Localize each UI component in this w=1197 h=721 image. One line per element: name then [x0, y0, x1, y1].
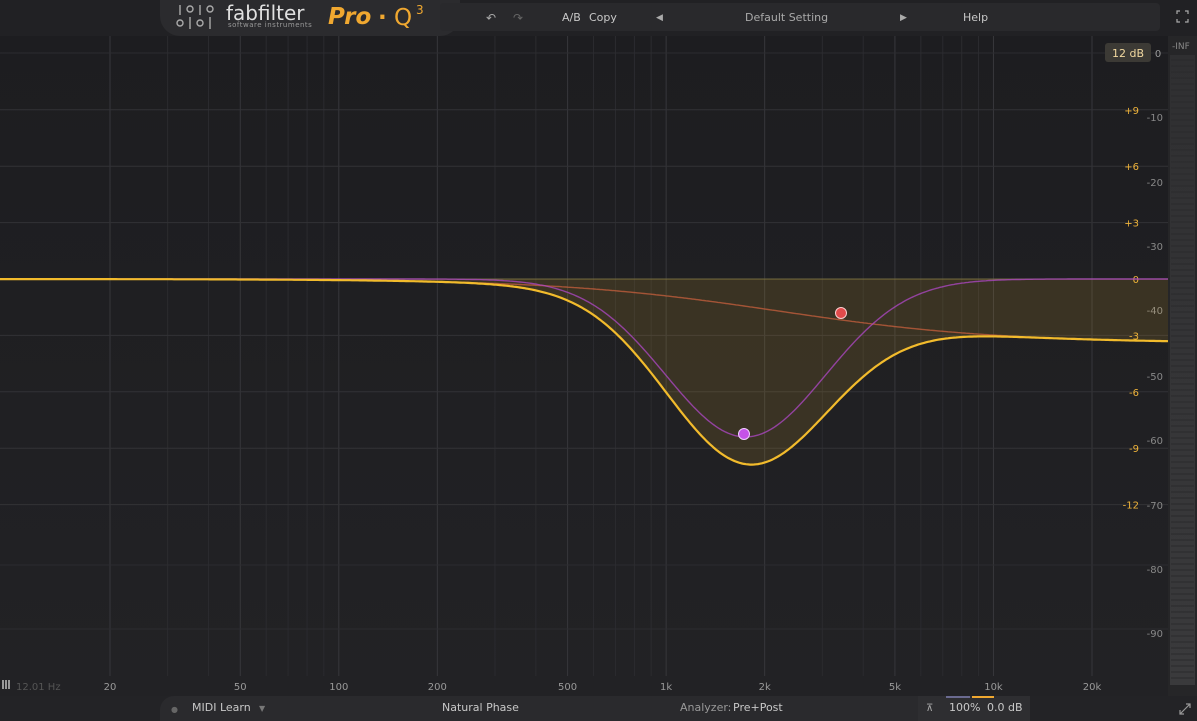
- analyzer-label: -80: [1147, 565, 1163, 576]
- gain-label: +3: [1124, 219, 1139, 230]
- preset-next-icon[interactable]: ▶: [900, 11, 907, 25]
- gain-label: -6: [1129, 388, 1139, 399]
- midi-dropdown-icon[interactable]: ▼: [259, 702, 265, 716]
- piano-icon[interactable]: [2, 680, 10, 689]
- frequency-label: 10k: [984, 682, 1003, 693]
- analyzer-label: -50: [1147, 372, 1163, 383]
- bottom-strip: [160, 696, 1030, 721]
- inf-label: -INF: [1172, 42, 1190, 52]
- product-version: 3: [416, 3, 424, 17]
- frequency-label: 100: [329, 682, 348, 693]
- midi-learn-button[interactable]: MIDI Learn: [192, 701, 251, 715]
- fullscreen-icon[interactable]: [1176, 10, 1189, 23]
- undo-icon[interactable]: ↶: [486, 11, 496, 25]
- gain-label: +6: [1124, 162, 1139, 173]
- frequency-label: 50: [234, 682, 247, 693]
- analyzer-label: -20: [1147, 178, 1163, 189]
- analyzer-caption: Analyzer:: [680, 701, 732, 714]
- gain-label: -12: [1123, 501, 1139, 512]
- output-gain-indicator: [972, 696, 994, 698]
- analyzer-label: -10: [1147, 113, 1163, 124]
- ab-button[interactable]: A/B: [562, 11, 581, 25]
- band-1-node[interactable]: [835, 307, 847, 319]
- frequency-label: 1k: [660, 682, 672, 693]
- preset-prev-icon[interactable]: ◀: [656, 11, 663, 25]
- redo-icon[interactable]: ↷: [513, 11, 523, 25]
- analyzer-label: -90: [1147, 629, 1163, 640]
- phase-mode-button[interactable]: Natural Phase: [442, 701, 519, 715]
- graph-background: [0, 36, 1168, 696]
- eq-display[interactable]: 12 dB -INF 0 +9+6+30-3-6-9-12 -10-20-30-…: [0, 36, 1197, 696]
- analyzer-label-0: 0: [1155, 49, 1161, 60]
- midi-dot-icon: ●: [171, 705, 178, 714]
- analyzer-mode-button[interactable]: Pre+Post: [733, 701, 783, 715]
- gain-label: +9: [1124, 106, 1139, 117]
- copy-button[interactable]: Copy: [589, 11, 617, 25]
- fabfilter-logo-icon: [176, 5, 214, 29]
- cursor-frequency-readout: 12.01 Hz: [16, 682, 61, 693]
- zoom-indicator: [946, 696, 970, 698]
- preset-name[interactable]: Default Setting: [745, 11, 828, 25]
- analyzer-label: -60: [1147, 436, 1163, 447]
- range-button-label[interactable]: 12 dB: [1112, 47, 1144, 60]
- frequency-label: 20: [104, 682, 117, 693]
- frequency-label: 5k: [889, 682, 901, 693]
- band-2-node[interactable]: [738, 428, 750, 440]
- analyzer-label: -30: [1147, 242, 1163, 253]
- output-gain-value[interactable]: 0.0 dB: [987, 701, 1023, 715]
- analyzer-label: -70: [1147, 501, 1163, 512]
- zoom-value[interactable]: 100%: [949, 701, 980, 715]
- brand-sub: software instruments: [228, 21, 313, 29]
- window-resize-icon[interactable]: [1179, 703, 1191, 715]
- product-q: Q: [394, 5, 413, 31]
- frequency-label: 200: [428, 682, 447, 693]
- frequency-label: 2k: [759, 682, 771, 693]
- bypass-icon[interactable]: ⊼: [926, 702, 933, 716]
- product-name: Pro: [328, 4, 372, 30]
- product-dot: ·: [378, 5, 387, 31]
- help-button[interactable]: Help: [963, 11, 988, 25]
- frequency-label: 20k: [1083, 682, 1102, 693]
- frequency-label: 500: [558, 682, 577, 693]
- gain-label: -9: [1129, 444, 1139, 455]
